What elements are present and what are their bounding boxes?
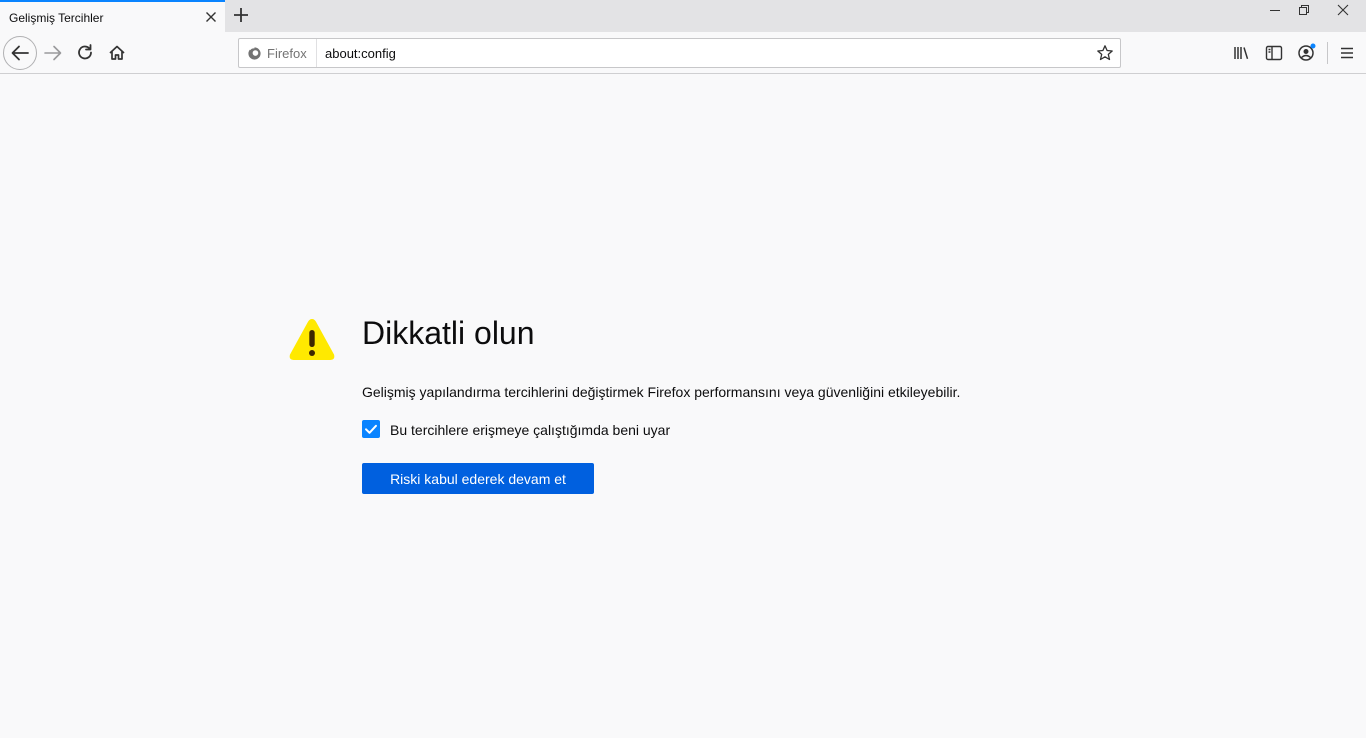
url-bar[interactable]: Firefox about:config — [238, 38, 1121, 68]
nav-bar: Firefox about:config — [0, 32, 1366, 74]
back-icon — [11, 45, 29, 61]
page-title: Dikkatli olun — [362, 315, 535, 351]
account-icon[interactable] — [1296, 43, 1316, 63]
tab-title: Gelişmiş Tercihler — [9, 11, 104, 25]
reload-icon — [78, 44, 92, 60]
menu-icon[interactable] — [1337, 43, 1357, 63]
reload-button[interactable] — [69, 37, 101, 69]
home-button[interactable] — [101, 37, 133, 69]
accept-risk-button[interactable]: Riski kabul ederek devam et — [362, 463, 594, 494]
forward-button[interactable] — [37, 37, 69, 69]
identity-label: Firefox — [267, 46, 307, 61]
home-icon — [109, 45, 125, 60]
plus-icon[interactable] — [229, 3, 253, 27]
star-icon[interactable] — [1096, 44, 1114, 62]
back-button[interactable] — [3, 36, 37, 70]
sidebar-icon[interactable] — [1264, 43, 1284, 63]
check-icon — [365, 424, 377, 434]
firefox-icon — [248, 47, 261, 60]
tab-strip: Gelişmiş Tercihler — [0, 0, 1366, 32]
library-icon[interactable] — [1232, 43, 1252, 63]
identity-box[interactable]: Firefox — [239, 39, 317, 67]
warn-checkbox[interactable] — [362, 420, 380, 438]
warning-description: Gelişmiş yapılandırma tercihlerini değiş… — [362, 384, 961, 400]
close-icon[interactable] — [1320, 0, 1366, 20]
forward-icon — [44, 45, 62, 61]
warn-checkbox-label[interactable]: Bu tercihlere erişmeye çalıştığımda beni… — [390, 422, 670, 438]
toolbar-divider — [1327, 42, 1328, 64]
warning-icon — [289, 319, 335, 360]
url-input[interactable]: about:config — [325, 46, 396, 61]
close-icon[interactable] — [203, 9, 219, 25]
tab-advanced-preferences[interactable]: Gelişmiş Tercihler — [0, 0, 225, 32]
